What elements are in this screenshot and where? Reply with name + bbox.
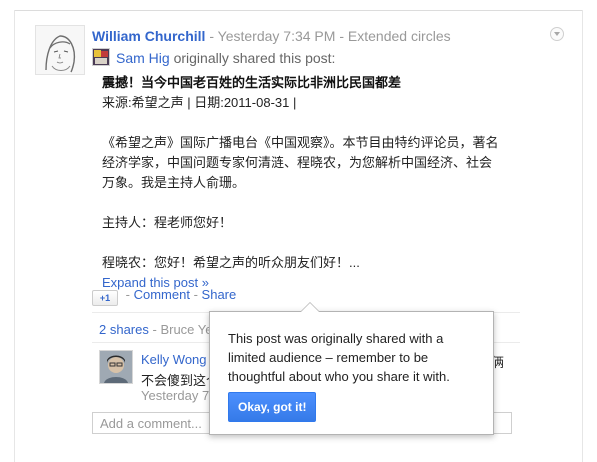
post-header: William Churchill - Yesterday 7:34 PM - … xyxy=(92,28,451,44)
plus-one-button[interactable]: +1 xyxy=(92,290,118,306)
original-share-line: Sam Hig originally shared this post: xyxy=(92,48,335,66)
post-paragraph: 《希望之声》国际广播电台《中国观察》。本节目由特约评论员，著名经济学家，中国问题… xyxy=(102,135,499,190)
okay-got-it-button[interactable]: Okay, got it! xyxy=(228,392,317,422)
header-separator: - xyxy=(209,28,215,44)
sharer-avatar[interactable] xyxy=(92,48,110,66)
comment-text: 不会傻到这个 xyxy=(141,373,220,388)
audience-label[interactable]: Extended circles xyxy=(348,28,451,44)
action-separator: - xyxy=(125,287,130,302)
limited-audience-tooltip: This post was originally shared with a l… xyxy=(209,302,494,435)
post-actions: +1 - Comment - Share xyxy=(92,287,236,306)
post-paragraph: 主持人：程老师您好！ xyxy=(102,215,233,230)
action-separator: - xyxy=(193,287,198,302)
post-card-right-border xyxy=(582,10,583,462)
comment-timestamp[interactable]: Yesterday 7 xyxy=(141,388,209,403)
tooltip-message: This post was originally shared with a l… xyxy=(228,331,450,384)
chevron-down-icon[interactable] xyxy=(550,27,564,41)
comment-author-name[interactable]: Kelly Wong xyxy=(141,352,207,367)
post-card-top-border xyxy=(14,10,583,11)
original-sharer-name[interactable]: Sam Hig xyxy=(116,50,170,66)
author-avatar[interactable] xyxy=(35,25,85,75)
sharers-preview: - Bruce Ye xyxy=(152,322,213,337)
header-separator: - xyxy=(339,28,344,44)
post-body: 震撼！当今中国老百姓的生活实际比非洲比民国都差 来源:希望之声 | 日期:201… xyxy=(102,73,502,293)
author-name[interactable]: William Churchill xyxy=(92,28,205,44)
post-title: 震撼！当今中国老百姓的生活实际比非洲比民国都差 xyxy=(102,75,402,90)
shares-summary: 2 shares - Bruce Ye xyxy=(99,322,213,337)
post-timestamp[interactable]: Yesterday 7:34 PM xyxy=(218,28,336,44)
post-source: 来源:希望之声 | 日期:2011-08-31 | xyxy=(102,95,297,110)
post-paragraph: 程晓农：您好！希望之声的听众朋友们好！... xyxy=(102,255,360,270)
commenter-avatar[interactable] xyxy=(99,350,133,384)
share-link[interactable]: Share xyxy=(202,287,237,302)
original-share-text: originally shared this post: xyxy=(173,50,336,66)
comment-link[interactable]: Comment xyxy=(134,287,190,302)
post-card-left-border xyxy=(14,10,15,462)
shares-count-link[interactable]: 2 shares xyxy=(99,322,149,337)
